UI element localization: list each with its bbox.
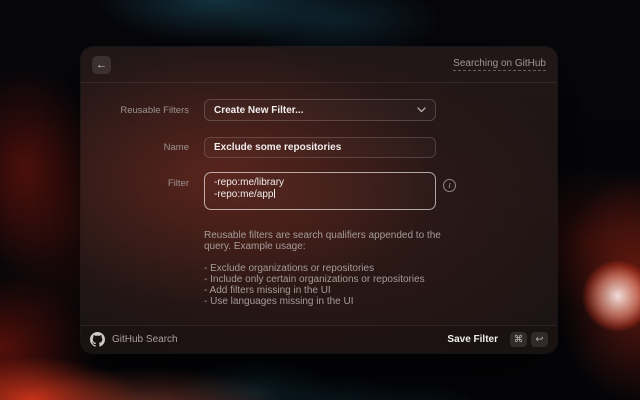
dropdown-selected-value: Create New Filter... xyxy=(214,104,304,116)
filter-row: Filter -repo:me/library -repo:me/app i xyxy=(81,172,557,210)
help-text: Reusable filters are search qualifiers a… xyxy=(204,230,454,307)
filter-textarea[interactable]: -repo:me/library -repo:me/app xyxy=(204,172,436,210)
reusable-filters-label: Reusable Filters xyxy=(120,104,189,116)
name-input[interactable] xyxy=(204,137,436,158)
searching-on-github-link[interactable]: Searching on GitHub xyxy=(453,58,546,71)
return-key-icon: ↩ xyxy=(531,332,548,347)
filter-line-2-wrap: -repo:me/app xyxy=(214,188,426,201)
help-spacer xyxy=(204,252,454,263)
back-arrow-icon: ← xyxy=(96,58,107,71)
command-key-icon: ⌘ xyxy=(510,332,527,347)
help-intro-line-2: query. Example usage: xyxy=(204,241,306,252)
info-icon[interactable]: i xyxy=(443,179,456,192)
reusable-filters-dropdown[interactable]: Create New Filter... xyxy=(204,99,436,121)
back-button[interactable]: ← xyxy=(92,55,111,74)
name-label: Name xyxy=(163,142,189,153)
help-intro-line-1: Reusable filters are search qualifiers a… xyxy=(204,230,441,241)
github-logo-icon xyxy=(90,332,105,347)
window-header: ← Searching on GitHub xyxy=(81,47,557,83)
filter-line-1: -repo:me/library xyxy=(214,177,285,188)
extension-window: ← Searching on GitHub Reusable Filters C… xyxy=(81,47,557,353)
help-bullet-3: - Add filters missing in the UI xyxy=(204,285,331,296)
desktop-background: ← Searching on GitHub Reusable Filters C… xyxy=(0,0,640,400)
reusable-filters-row: Reusable Filters Create New Filter... xyxy=(81,99,557,121)
save-filter-button[interactable]: Save Filter ⌘ ↩ xyxy=(447,332,548,347)
chevron-down-icon xyxy=(417,107,426,113)
window-footer: GitHub Search Save Filter ⌘ ↩ xyxy=(81,325,557,353)
app-name: GitHub Search xyxy=(112,334,178,345)
save-filter-label: Save Filter xyxy=(447,334,498,345)
name-row: Name xyxy=(81,137,557,158)
filter-line-2: -repo:me/app xyxy=(214,188,274,200)
text-cursor xyxy=(274,188,276,198)
filter-label: Filter xyxy=(167,178,189,189)
form-area: Reusable Filters Create New Filter... Na… xyxy=(81,83,557,325)
help-bullet-1: - Exclude organizations or repositories xyxy=(204,263,375,274)
help-bullet-2: - Include only certain organizations or … xyxy=(204,274,425,285)
help-bullet-4: - Use languages missing in the UI xyxy=(204,296,354,307)
